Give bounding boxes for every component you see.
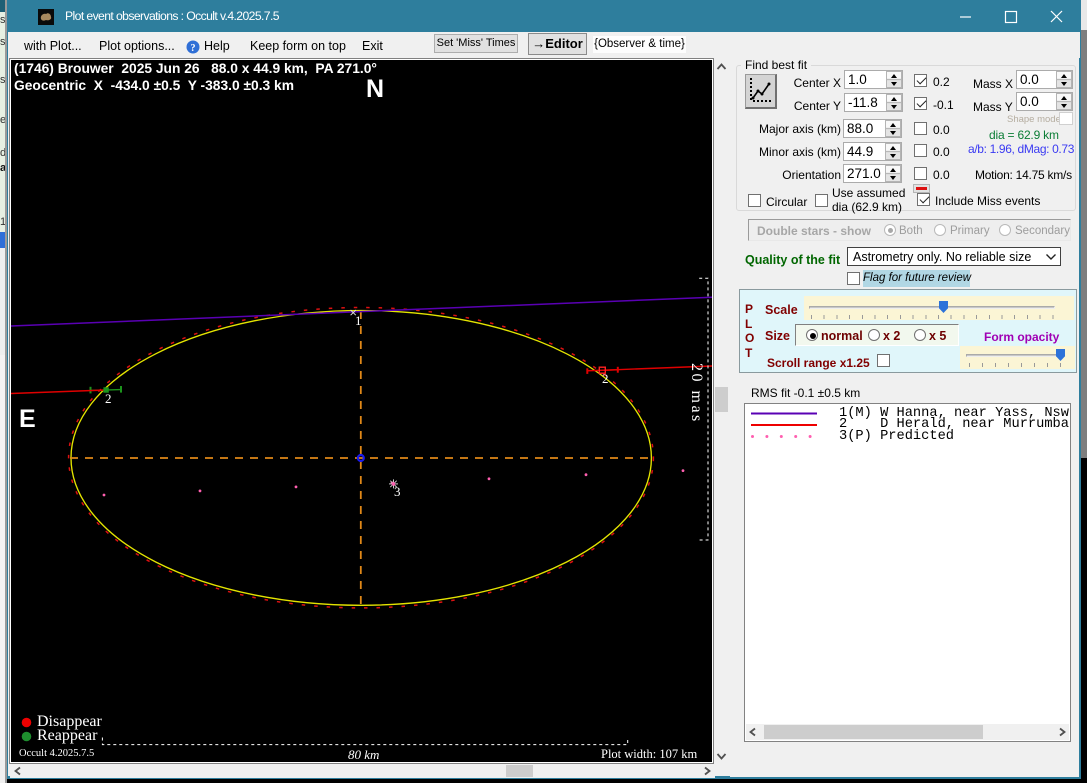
svg-text:?: ?	[191, 43, 196, 54]
